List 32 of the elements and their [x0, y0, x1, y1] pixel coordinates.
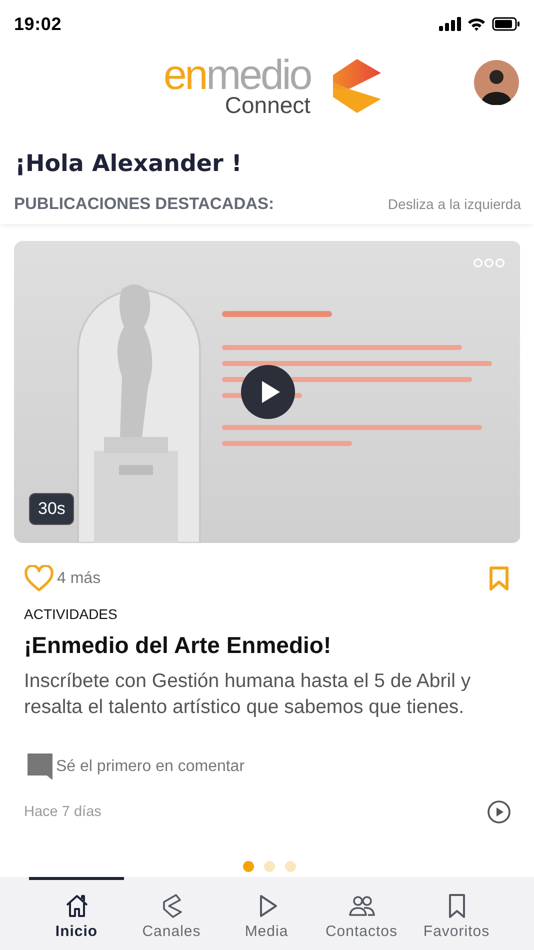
duration-badge: 30s — [29, 493, 74, 525]
logo-subtitle: Connect — [224, 94, 311, 117]
avatar-icon[interactable] — [474, 60, 519, 105]
post-category: ACTIVIDADES — [24, 606, 118, 622]
logo-wordmark: enmedio — [163, 54, 311, 96]
play-icon[interactable] — [487, 800, 511, 824]
nav-tab[interactable]: Inicio — [29, 877, 124, 950]
nav-tab[interactable]: Canales — [124, 877, 219, 950]
section-title: PUBLICACIONES DESTACADAS: — [14, 195, 274, 214]
likes-count: 4 más — [57, 570, 101, 588]
clock-time: 19:02 — [14, 14, 62, 34]
swipe-hint: Desliza a la izquierda — [388, 196, 521, 212]
page-dot[interactable] — [264, 861, 275, 872]
battery-icon — [492, 17, 520, 31]
post-body: Inscríbete con Gestión humana hasta el 5 de Abril y resalta el talento artístico que sabemos que tienes. — [24, 669, 472, 720]
heart-icon[interactable] — [24, 565, 54, 592]
wifi-icon — [467, 17, 486, 31]
bookmark-icon[interactable] — [489, 566, 509, 591]
comment-prompt[interactable]: Sé el primero en comentar — [56, 758, 245, 776]
comment-icon[interactable] — [26, 753, 54, 780]
greeting-heading: ¡Hola Alexander ! — [15, 151, 243, 177]
logo-icon — [332, 58, 381, 112]
play-button[interactable] — [241, 365, 295, 419]
nav-tab[interactable]: Contactos — [314, 877, 409, 950]
post-title: ¡Enmedio del Arte Enmedio! — [24, 632, 332, 659]
signal-icon — [439, 17, 461, 31]
page-dot[interactable] — [243, 861, 254, 872]
nav-tab[interactable]: Media — [219, 877, 314, 950]
page-dot[interactable] — [285, 861, 296, 872]
nav-tab[interactable]: Favoritos — [409, 877, 504, 950]
more-icon[interactable] — [473, 258, 505, 268]
post-time: Hace 7 días — [24, 804, 102, 820]
